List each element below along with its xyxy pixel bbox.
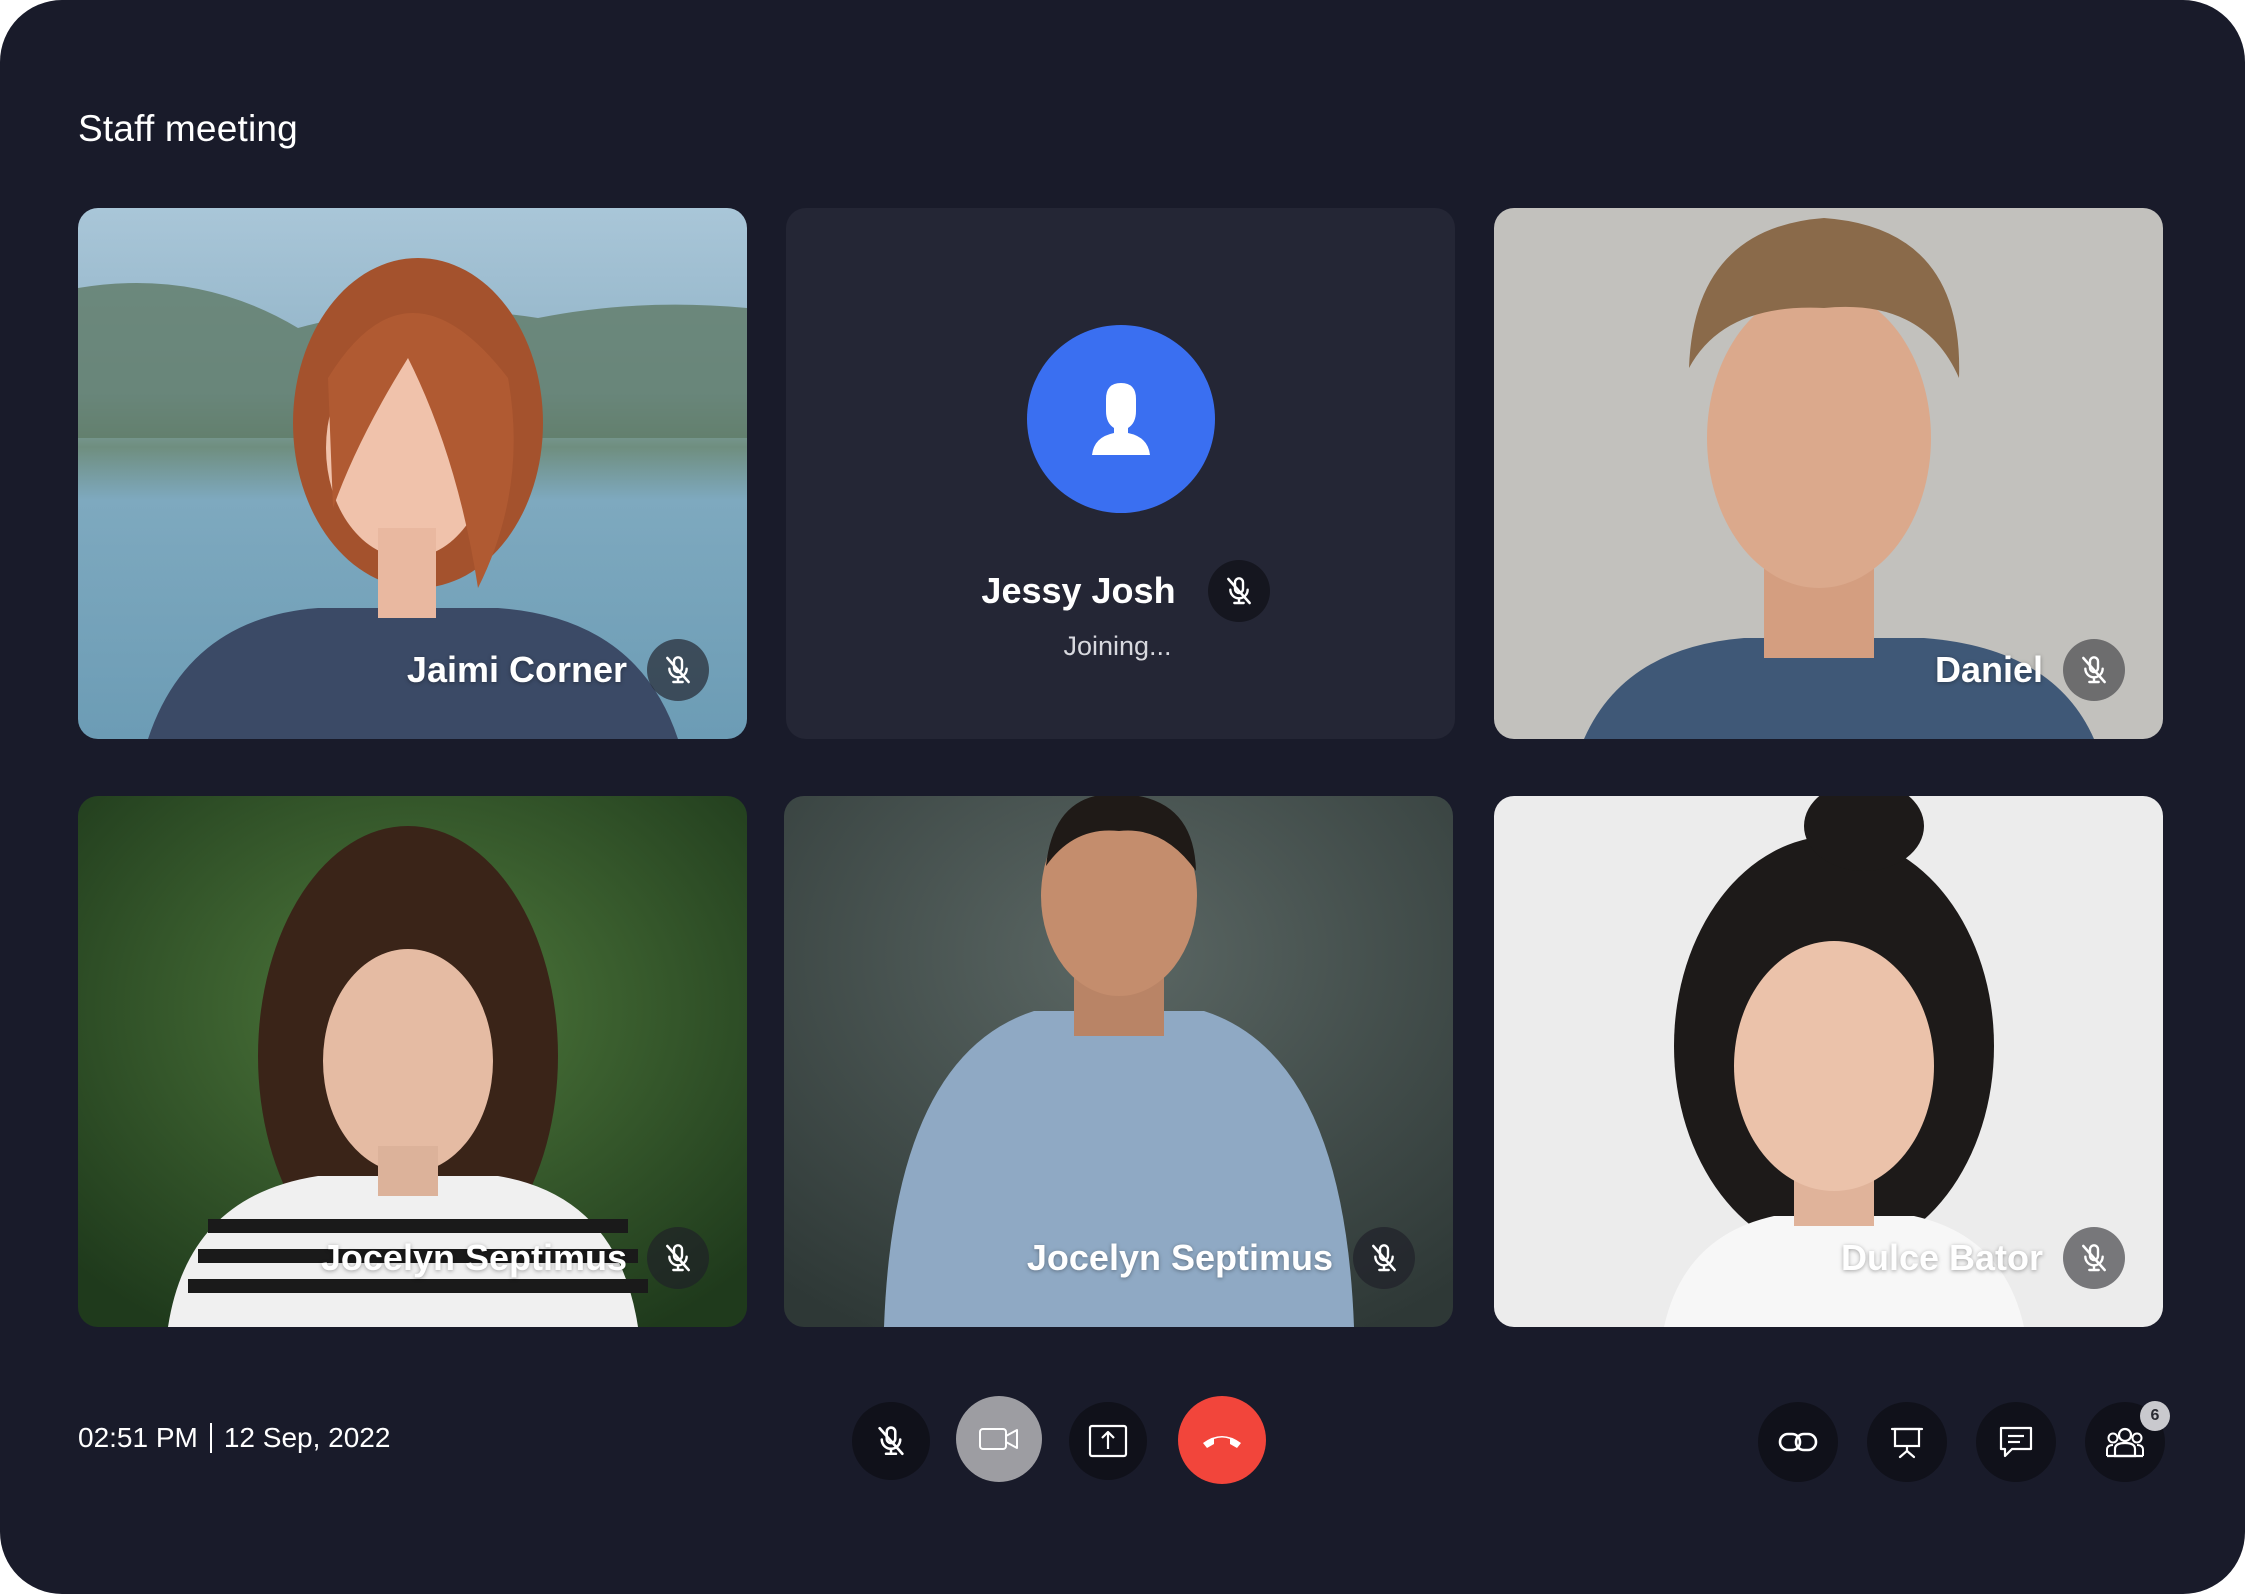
participant-label: Jaimi Corner [407, 639, 709, 701]
mic-off-icon [647, 639, 709, 701]
participant-name: Daniel [1934, 649, 2043, 690]
participant-tile[interactable]: Dulce Bator [1494, 796, 2163, 1327]
participants-icon [2106, 1427, 2144, 1458]
divider [209, 1423, 212, 1453]
participant-tile[interactable]: Jaimi Corner [78, 208, 747, 739]
participant-tile-joining[interactable]: Jessy Josh Joining... [786, 208, 1455, 739]
participant-name: Dulce Bator [1840, 1237, 2043, 1278]
mic-off-icon [1353, 1227, 1415, 1289]
joining-status: Joining... [1063, 631, 1172, 661]
participant-tile[interactable]: Jocelyn Septimus [78, 796, 747, 1327]
mic-off-icon [2063, 1227, 2125, 1289]
chat-button[interactable] [1976, 1402, 2056, 1482]
meeting-window: Staff meeting Jaimi Corner Jessy Josh Jo… [0, 0, 2245, 1594]
participant-tile[interactable]: Daniel [1494, 208, 2163, 739]
participant-name: Jessy Josh [981, 570, 1176, 611]
participant-label: Jocelyn Septimus [1027, 1227, 1415, 1289]
share-screen-button[interactable] [1069, 1402, 1147, 1480]
current-date: 12 Sep, 2022 [223, 1422, 391, 1453]
participant-label: Daniel [1935, 639, 2125, 701]
copy-link-button[interactable] [1758, 1402, 1838, 1482]
chat-icon [1999, 1426, 2033, 1458]
mute-button[interactable] [852, 1402, 930, 1480]
mic-off-icon [874, 1424, 908, 1458]
mic-off-icon [2063, 639, 2125, 701]
current-time: 02:51 PM [78, 1422, 198, 1453]
presentation-icon [1890, 1427, 1924, 1459]
mic-off-icon [1207, 560, 1270, 622]
participant-tile[interactable]: Jocelyn Septimus [784, 796, 1453, 1327]
participant-name: Jocelyn Septimus [1026, 1237, 1333, 1278]
participant-count-badge: 6 [2140, 1401, 2170, 1431]
participant-name: Jaimi Corner [406, 649, 627, 690]
participant-name: Jocelyn Septimus [320, 1237, 627, 1278]
participant-label: Jocelyn Septimus [321, 1227, 709, 1289]
mic-off-icon [647, 1227, 709, 1289]
camera-button[interactable] [956, 1396, 1042, 1482]
meeting-title: Staff meeting [78, 108, 298, 149]
person-icon [1092, 383, 1150, 455]
video-camera-icon [979, 1428, 1018, 1450]
end-call-icon [1203, 1436, 1241, 1448]
participant-label: Dulce Bator [1841, 1227, 2125, 1289]
share-screen-icon [1088, 1424, 1128, 1458]
participant-label: Jessy Josh [786, 560, 1455, 622]
presentation-button[interactable] [1867, 1402, 1947, 1482]
end-call-button[interactable] [1178, 1396, 1266, 1484]
link-icon [1778, 1432, 1818, 1452]
avatar [1027, 325, 1215, 513]
meeting-clock: 02:51 PM 12 Sep, 2022 [78, 1422, 390, 1454]
